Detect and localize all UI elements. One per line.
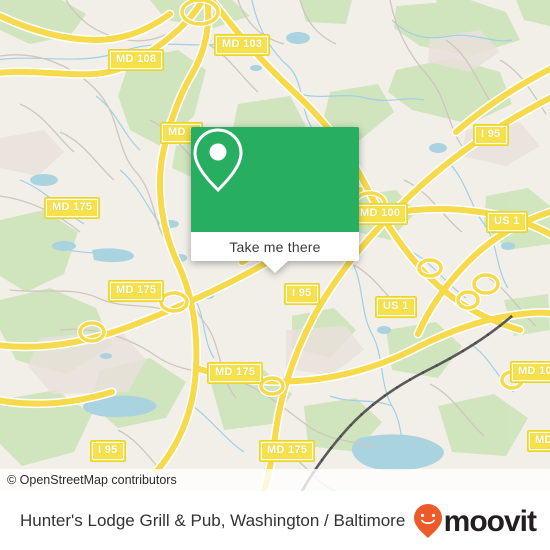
route-shield: MD 175 xyxy=(259,440,316,462)
route-shield: MD 100 xyxy=(510,361,550,383)
route-shield: MD 175 xyxy=(44,197,101,219)
route-shield: MD 108 xyxy=(108,49,165,71)
route-shield: US 1 xyxy=(375,296,417,318)
take-me-there-label: Take me there xyxy=(229,238,321,255)
moovit-map-screenshot: MD 103 MD 108 I 95 MD 1 MD 175 MD 100 US… xyxy=(0,0,550,550)
route-shield: MD 103 xyxy=(214,34,271,56)
route-shield: MD 175 xyxy=(108,280,165,302)
route-shield: I 95 xyxy=(284,283,320,305)
route-shield: US 1 xyxy=(486,211,528,233)
location-popup-card[interactable]: Take me there xyxy=(191,127,359,273)
popup-pointer-tail xyxy=(262,261,288,273)
osm-attribution-text: © OpenStreetMap contributors xyxy=(7,473,177,487)
route-shield: MD 175 xyxy=(207,362,264,384)
route-shield: MD xyxy=(527,430,550,452)
moovit-brand-logo: moovit xyxy=(413,503,537,539)
moovit-smiley-pin-icon xyxy=(413,503,442,538)
map-pin-icon xyxy=(193,128,243,193)
route-shield: I 95 xyxy=(473,124,509,146)
route-shield: MD 100 xyxy=(352,203,409,225)
footer-bar: Hunter's Lodge Grill & Pub, Washington /… xyxy=(0,491,550,550)
moovit-wordmark: moovit xyxy=(443,504,537,538)
place-title: Hunter's Lodge Grill & Pub, Washington /… xyxy=(20,510,406,530)
route-shield: I 95 xyxy=(90,440,126,462)
map-canvas[interactable]: MD 103 MD 108 I 95 MD 1 MD 175 MD 100 US… xyxy=(0,0,550,491)
popup-action-bar[interactable]: Take me there xyxy=(191,232,359,261)
popup-header xyxy=(191,127,359,232)
map-attribution-bar: © OpenStreetMap contributors xyxy=(0,469,550,491)
